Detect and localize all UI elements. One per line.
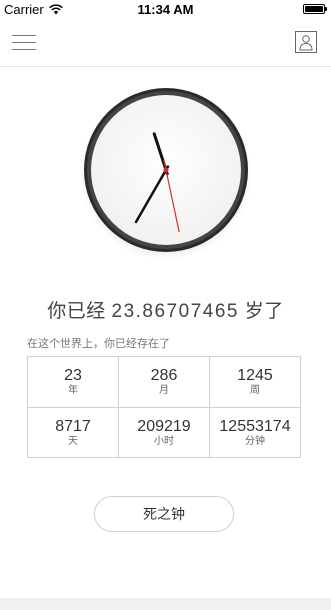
- stat-unit: 小时: [154, 435, 174, 447]
- stat-cell-minutes: 12553174 分钟: [210, 407, 301, 458]
- person-icon: [299, 35, 313, 51]
- stat-cell-years: 23 年: [28, 357, 119, 408]
- bottom-strip: [0, 598, 331, 610]
- death-clock-button[interactable]: 死之钟: [94, 496, 234, 532]
- stat-value: 8717: [55, 417, 91, 435]
- status-time: 11:34 AM: [137, 2, 194, 17]
- stat-value: 23: [64, 367, 82, 385]
- clock-face: [80, 88, 252, 260]
- battery-icon: [303, 4, 327, 14]
- age-value: 23.86707465: [111, 301, 239, 322]
- menu-icon[interactable]: [12, 33, 38, 53]
- stat-unit: 周: [250, 385, 260, 397]
- stat-value: 286: [150, 367, 178, 385]
- stats-grid: 23 年 286 月 1245 周 8717 天 209219 小时 12553…: [27, 356, 301, 458]
- stat-unit: 天: [68, 435, 78, 447]
- age-prefix: 你已经: [47, 301, 106, 322]
- battery-fill: [305, 6, 323, 12]
- stat-value: 1245: [237, 367, 273, 385]
- stat-unit: 月: [159, 385, 169, 397]
- stat-unit: 年: [68, 385, 78, 397]
- stat-cell-weeks: 1245 周: [210, 357, 301, 408]
- existence-subtitle: 在这个世界上，你已经存在了: [27, 338, 170, 350]
- stat-cell-months: 286 月: [119, 357, 210, 408]
- profile-icon[interactable]: [295, 31, 317, 53]
- clock-center-pin: [163, 167, 169, 173]
- age-title: 你已经 23.86707465 岁了: [0, 296, 331, 323]
- stat-cell-days: 8717 天: [28, 407, 119, 458]
- stat-cell-hours: 209219 小时: [119, 407, 210, 458]
- stat-value: 12553174: [219, 417, 291, 435]
- analog-clock: [76, 80, 256, 260]
- stat-value: 209219: [137, 417, 191, 435]
- status-bar: Carrier 11:34 AM: [0, 0, 331, 20]
- stat-unit: 分钟: [245, 435, 265, 447]
- nav-bar: [0, 20, 331, 67]
- age-suffix: 岁了: [244, 301, 284, 322]
